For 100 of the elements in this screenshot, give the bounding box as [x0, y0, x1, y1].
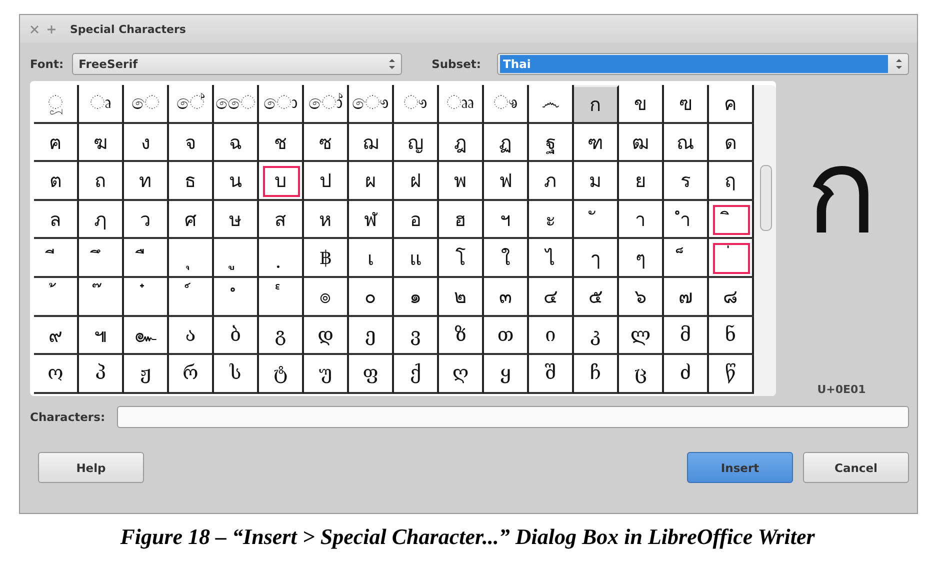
cancel-button[interactable]: Cancel — [803, 452, 909, 483]
insert-button[interactable]: Insert — [687, 452, 793, 483]
character-cell[interactable]: ๊ — [79, 278, 124, 317]
character-cell[interactable]: ผ — [349, 162, 394, 201]
character-cell[interactable]: ษ — [214, 200, 259, 240]
character-cell[interactable]: ჟ — [124, 355, 169, 394]
character-cell[interactable]: ๋ — [124, 278, 169, 317]
character-cell[interactable]: კ — [574, 316, 619, 356]
character-cell[interactable]: า — [619, 200, 664, 240]
character-cell[interactable]: ჩ — [574, 355, 619, 394]
character-cell[interactable]: ั — [574, 200, 619, 240]
character-cell[interactable]: ฅ — [34, 124, 79, 162]
character-cell[interactable]: ෘ — [79, 85, 124, 124]
character-cell[interactable]: ტ — [259, 355, 304, 394]
character-cell[interactable]: ฝ — [394, 162, 439, 201]
character-cell[interactable]: บ — [259, 162, 304, 201]
character-cell[interactable]: ู — [214, 239, 259, 278]
character-cell[interactable]: ღ — [439, 355, 484, 394]
character-cell[interactable]: ซ — [304, 124, 349, 162]
character-cell[interactable]: ა — [169, 316, 214, 356]
subset-dropdown[interactable]: Thai — [497, 53, 909, 75]
character-cell[interactable]: ๒ — [439, 278, 484, 317]
character-cell[interactable]: ณ — [664, 124, 709, 162]
character-cell[interactable]: შ — [529, 355, 574, 394]
character-cell[interactable]: ෛ — [214, 85, 259, 124]
scroll-thumb[interactable] — [760, 165, 772, 231]
character-cell[interactable]: พ — [439, 162, 484, 201]
character-cell[interactable]: ร — [664, 162, 709, 201]
character-cell[interactable]: ๅ — [574, 239, 619, 278]
character-cell[interactable]: ი — [529, 316, 574, 356]
character-cell[interactable]: ฏ — [484, 124, 529, 162]
character-cell[interactable]: ๎ — [259, 278, 304, 317]
character-cell[interactable]: ๆ — [619, 239, 664, 278]
character-cell[interactable]: პ — [79, 355, 124, 394]
character-cell[interactable]: ะ — [529, 200, 574, 240]
character-cell[interactable]: ฺ — [259, 239, 304, 278]
character-cell[interactable]: น — [214, 162, 259, 201]
character-cell[interactable]: ไ — [529, 239, 574, 278]
character-cell[interactable]: ๙ — [34, 316, 79, 356]
character-cell[interactable]: ๑ — [394, 278, 439, 317]
character-cell[interactable]: ე — [349, 316, 394, 356]
character-cell[interactable]: ห — [304, 200, 349, 240]
character-cell[interactable]: ต — [34, 162, 79, 201]
characters-field[interactable] — [117, 406, 909, 428]
character-cell[interactable]: ิ — [709, 200, 754, 240]
character-cell[interactable]: โ — [439, 239, 484, 278]
character-cell[interactable]: თ — [484, 316, 529, 356]
character-cell[interactable]: ො — [259, 85, 304, 124]
character-cell[interactable]: ภ — [529, 162, 574, 201]
character-cell[interactable]: ึ — [79, 239, 124, 278]
character-cell[interactable]: เ — [349, 239, 394, 278]
character-cell[interactable]: ძ — [664, 355, 709, 394]
character-cell[interactable]: რ — [169, 355, 214, 394]
plus-icon[interactable] — [47, 24, 56, 34]
character-cell[interactable]: ฿ — [304, 239, 349, 278]
character-cell[interactable]: ฦ — [79, 200, 124, 240]
character-cell[interactable]: ლ — [619, 316, 664, 356]
character-cell[interactable]: უ — [304, 355, 349, 394]
character-cell[interactable]: ส — [259, 200, 304, 240]
character-cell[interactable]: ํ — [214, 278, 259, 317]
help-button[interactable]: Help — [38, 452, 144, 483]
character-cell[interactable]: ෝ — [304, 85, 349, 124]
character-cell[interactable]: ้ — [34, 278, 79, 317]
character-cell[interactable]: ม — [574, 162, 619, 201]
character-cell[interactable]: ง — [124, 124, 169, 162]
character-cell[interactable]: ฎ — [439, 124, 484, 162]
character-cell[interactable]: ෞ — [349, 85, 394, 124]
character-cell[interactable]: ฉ — [214, 124, 259, 162]
character-cell[interactable]: ุ — [169, 239, 214, 278]
character-cell[interactable]: ญ — [394, 124, 439, 162]
character-cell[interactable]: ๏ — [304, 278, 349, 317]
character-cell[interactable]: ේ — [169, 85, 214, 124]
character-cell[interactable]: მ — [664, 316, 709, 356]
character-cell[interactable]: ป — [304, 162, 349, 201]
character-cell[interactable]: ฆ — [79, 124, 124, 162]
spin-arrows-icon[interactable] — [386, 57, 397, 71]
character-cell[interactable]: ฟ — [484, 162, 529, 201]
character-cell[interactable]: ท — [124, 162, 169, 201]
character-cell[interactable]: გ — [259, 316, 304, 356]
character-cell[interactable]: ฯ — [484, 200, 529, 240]
character-cell[interactable]: ๛ — [124, 316, 169, 356]
character-cell[interactable]: ბ — [214, 316, 259, 356]
character-cell[interactable]: ช — [259, 124, 304, 162]
character-cell[interactable]: อ — [394, 200, 439, 240]
character-cell[interactable]: ใ — [484, 239, 529, 278]
character-cell[interactable]: ว — [124, 200, 169, 240]
character-cell[interactable]: ෳ — [484, 85, 529, 124]
character-cell[interactable]: ๔ — [529, 278, 574, 317]
character-cell[interactable]: แ — [394, 239, 439, 278]
spin-arrows-icon[interactable] — [894, 57, 904, 71]
character-cell[interactable]: ล — [34, 200, 79, 240]
scrollbar[interactable] — [754, 85, 776, 396]
character-cell[interactable]: ყ — [484, 355, 529, 394]
character-cell[interactable]: ็ — [664, 239, 709, 278]
character-cell[interactable]: ฌ — [349, 124, 394, 162]
close-icon[interactable] — [30, 24, 39, 34]
character-cell[interactable]: ๓ — [484, 278, 529, 317]
character-cell[interactable]: ก — [574, 85, 619, 124]
character-cell[interactable]: ๗ — [664, 278, 709, 317]
character-cell[interactable]: ฬ — [349, 200, 394, 240]
